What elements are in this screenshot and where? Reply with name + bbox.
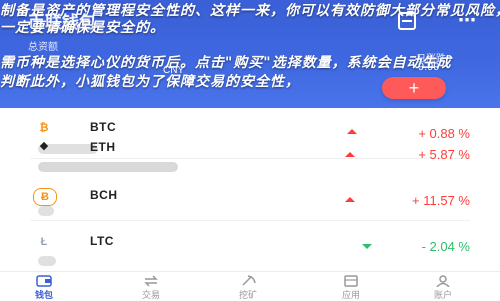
coin-symbol: BCH xyxy=(90,188,118,202)
coin-row-bch[interactable]: Ƀ BCH + 11.57 % xyxy=(0,180,500,232)
coin-change: + 5.87 % xyxy=(418,147,470,162)
exchange-icon xyxy=(144,275,158,287)
tab-exchange[interactable]: 交易 xyxy=(121,272,181,301)
coin-row-eth[interactable]: ◆ ETH + 5.87 % xyxy=(0,128,500,180)
up-arrow-icon xyxy=(345,152,355,157)
bottom-tab-bar: 钱包 交易 挖矿 应用 账户 xyxy=(0,271,500,301)
eth-icon: ◆ xyxy=(39,140,49,152)
apps-icon xyxy=(344,275,358,287)
account-icon xyxy=(436,275,450,287)
wallet-header: 制备是资产的管理程安全性的、这样一来，你可以有效防御大部分常见风险，使 币联钱包… xyxy=(0,0,500,108)
mining-icon xyxy=(242,275,256,286)
coin-symbol: ETH xyxy=(90,140,116,154)
up-arrow-icon xyxy=(345,197,355,202)
wallet-icon xyxy=(36,275,52,287)
tab-mining[interactable]: 挖矿 xyxy=(218,272,278,301)
tab-label: 应用 xyxy=(341,290,360,300)
add-asset-button[interactable]: + xyxy=(382,77,446,99)
row-divider xyxy=(30,220,470,221)
tab-label: 挖矿 xyxy=(238,290,257,300)
coin-balance-hidden xyxy=(38,206,54,216)
overlay-text-line-2: 一定要请确保是安全的。 xyxy=(0,20,165,36)
tab-apps[interactable]: 应用 xyxy=(321,272,381,301)
tab-label: 交易 xyxy=(141,290,160,300)
total-assets-label: 总资额 xyxy=(28,42,58,53)
coin-change: + 11.57 % xyxy=(412,193,470,208)
tab-wallet[interactable]: 钱包 xyxy=(14,272,74,301)
bch-icon: Ƀ xyxy=(33,188,57,206)
coin-change: - 2.04 % xyxy=(421,239,470,254)
tab-label: 钱包 xyxy=(34,290,53,300)
scan-icon[interactable] xyxy=(398,12,416,30)
coin-balance-hidden xyxy=(38,256,56,266)
coin-symbol: LTC xyxy=(90,234,114,248)
coin-balance-hidden xyxy=(38,162,178,172)
tab-label: 账户 xyxy=(433,290,452,300)
more-icon[interactable]: ⋯ xyxy=(458,10,476,31)
ltc-icon: Ł xyxy=(40,236,48,248)
tab-account[interactable]: 账户 xyxy=(413,272,473,301)
